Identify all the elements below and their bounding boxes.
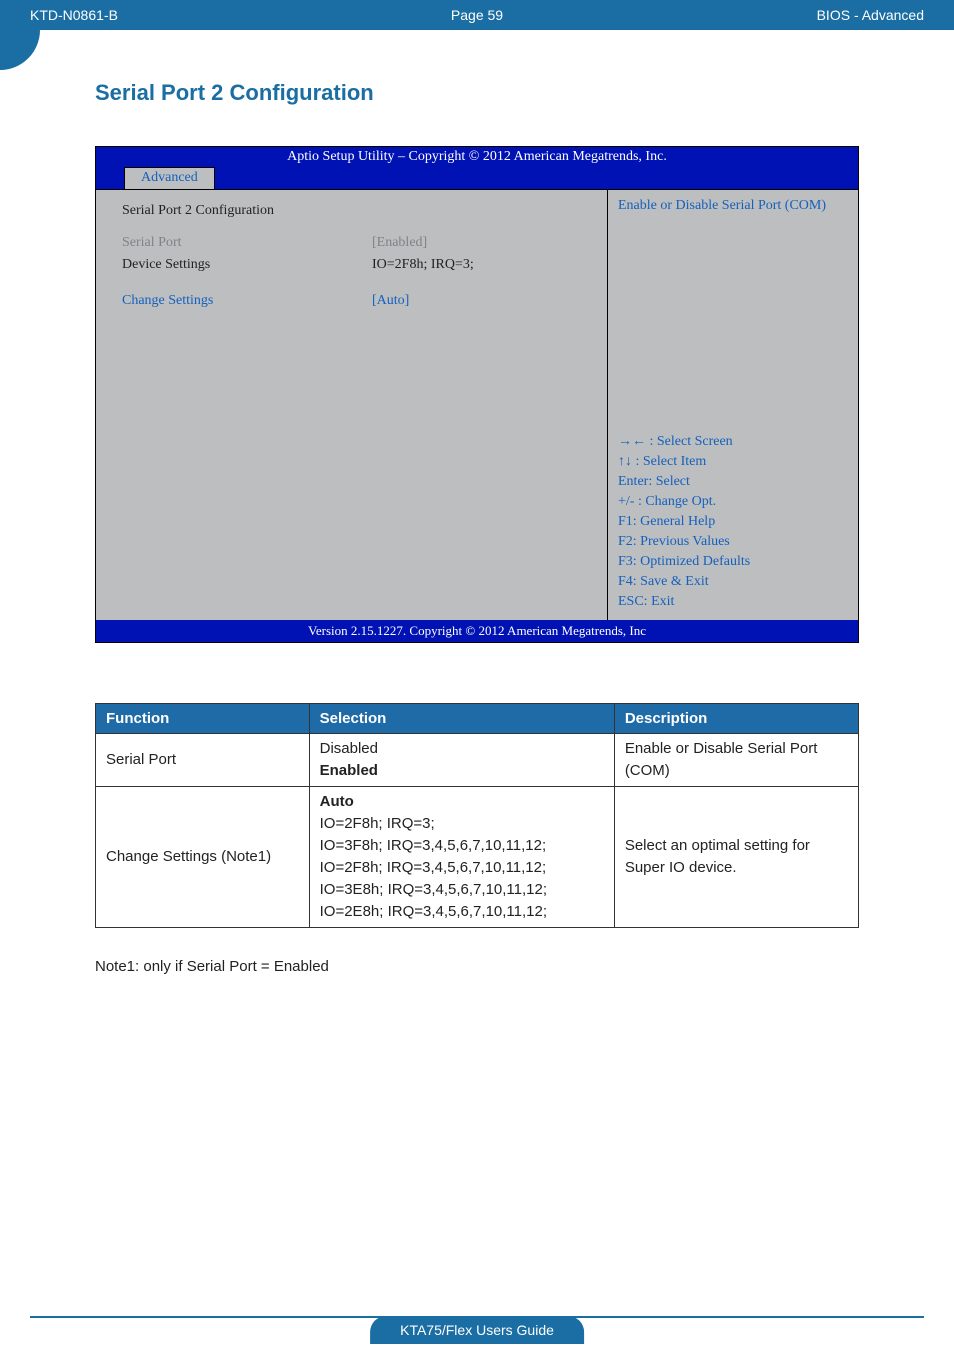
selection-option: Disabled <box>320 738 604 760</box>
selection-option: IO=3E8h; IRQ=3,4,5,6,7,10,11,12; <box>320 879 604 901</box>
cell-selection: AutoIO=2F8h; IRQ=3;IO=3F8h; IRQ=3,4,5,6,… <box>309 787 614 928</box>
page-header: KTD-N0861-B Page 59 BIOS - Advanced <box>0 0 954 30</box>
bios-help-line: F2: Previous Values <box>618 532 848 552</box>
bios-panel-heading: Serial Port 2 Configuration <box>122 200 372 222</box>
cell-description: Enable or Disable Serial Port (COM) <box>614 734 858 787</box>
th-function: Function <box>96 704 310 734</box>
bios-screenshot: Aptio Setup Utility – Copyright © 2012 A… <box>95 146 859 643</box>
bios-key-help: →← : Select Screen↑↓ : Select ItemEnter:… <box>618 432 848 612</box>
bios-help-text: Enable or Disable Serial Port (COM) <box>618 198 848 214</box>
bios-help-line: ↑↓ : Select Item <box>618 452 848 472</box>
page-footer: KTA75/Flex Users Guide <box>0 1316 954 1350</box>
bios-setting-value: [Enabled] <box>372 232 591 254</box>
selection-option: Enabled <box>320 760 604 782</box>
cell-function: Change Settings (Note1) <box>96 787 310 928</box>
bios-setting-value: [Auto] <box>372 290 591 312</box>
bios-setting-label: Serial Port <box>122 232 372 254</box>
bios-tab-advanced: Advanced <box>124 167 215 189</box>
page-title: Serial Port 2 Configuration <box>95 80 859 106</box>
bios-setting-row: Change Settings[Auto] <box>122 290 591 312</box>
bios-help-line: F1: General Help <box>618 512 848 532</box>
cell-function: Serial Port <box>96 734 310 787</box>
selection-option: Auto <box>320 791 604 813</box>
bios-title-bar: Aptio Setup Utility – Copyright © 2012 A… <box>96 147 858 167</box>
selection-option: IO=2F8h; IRQ=3,4,5,6,7,10,11,12; <box>320 857 604 879</box>
th-description: Description <box>614 704 858 734</box>
bios-tab-row: Advanced <box>96 167 858 189</box>
bios-help-line: Enter: Select <box>618 472 848 492</box>
section-name: BIOS - Advanced <box>724 7 924 23</box>
bios-footer: Version 2.15.1227. Copyright © 2012 Amer… <box>96 620 858 642</box>
bios-help-line: F3: Optimized Defaults <box>618 552 848 572</box>
table-row: Serial PortDisabledEnabledEnable or Disa… <box>96 734 859 787</box>
bios-setting-label: Device Settings <box>122 254 372 276</box>
cell-selection: DisabledEnabled <box>309 734 614 787</box>
cell-description: Select an optimal setting for Super IO d… <box>614 787 858 928</box>
bios-help-line: →← : Select Screen <box>618 432 848 452</box>
bios-main-panel: Serial Port 2 Configuration Serial Port[… <box>96 190 607 620</box>
bios-setting-label: Change Settings <box>122 290 372 312</box>
bios-setting-value: IO=2F8h; IRQ=3; <box>372 254 591 276</box>
bios-help-line: F4: Save & Exit <box>618 572 848 592</box>
bios-help-line: +/- : Change Opt. <box>618 492 848 512</box>
options-table: Function Selection Description Serial Po… <box>95 703 859 928</box>
page-number: Page 59 <box>230 7 724 23</box>
selection-option: IO=3F8h; IRQ=3,4,5,6,7,10,11,12; <box>320 835 604 857</box>
table-row: Change Settings (Note1)AutoIO=2F8h; IRQ=… <box>96 787 859 928</box>
doc-id: KTD-N0861-B <box>30 7 230 23</box>
th-selection: Selection <box>309 704 614 734</box>
selection-option: IO=2F8h; IRQ=3; <box>320 813 604 835</box>
footer-title: KTA75/Flex Users Guide <box>370 1316 584 1344</box>
bios-setting-row: Device SettingsIO=2F8h; IRQ=3; <box>122 254 591 276</box>
bios-setting-row: Serial Port[Enabled] <box>122 232 591 254</box>
bios-help-line: ESC: Exit <box>618 592 848 612</box>
bios-help-panel: Enable or Disable Serial Port (COM) →← :… <box>607 190 858 620</box>
footnote: Note1: only if Serial Port = Enabled <box>95 958 859 975</box>
selection-option: IO=2E8h; IRQ=3,4,5,6,7,10,11,12; <box>320 901 604 923</box>
